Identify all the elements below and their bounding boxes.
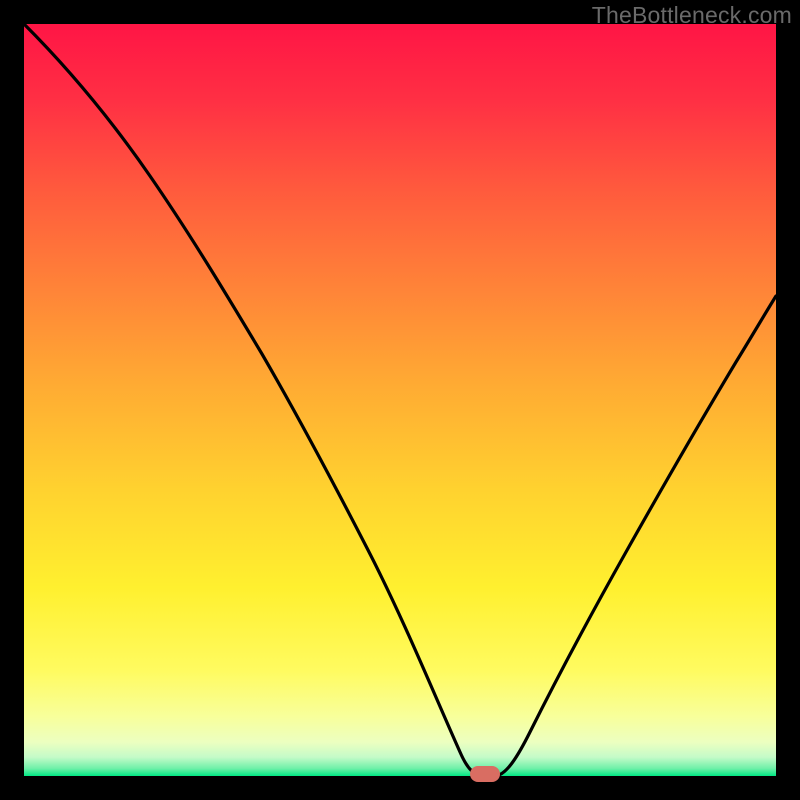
plot-area — [24, 24, 776, 776]
chart-container: TheBottleneck.com — [0, 0, 800, 800]
chart-svg — [0, 0, 800, 800]
watermark-text: TheBottleneck.com — [592, 2, 792, 29]
optimal-marker — [470, 766, 500, 782]
